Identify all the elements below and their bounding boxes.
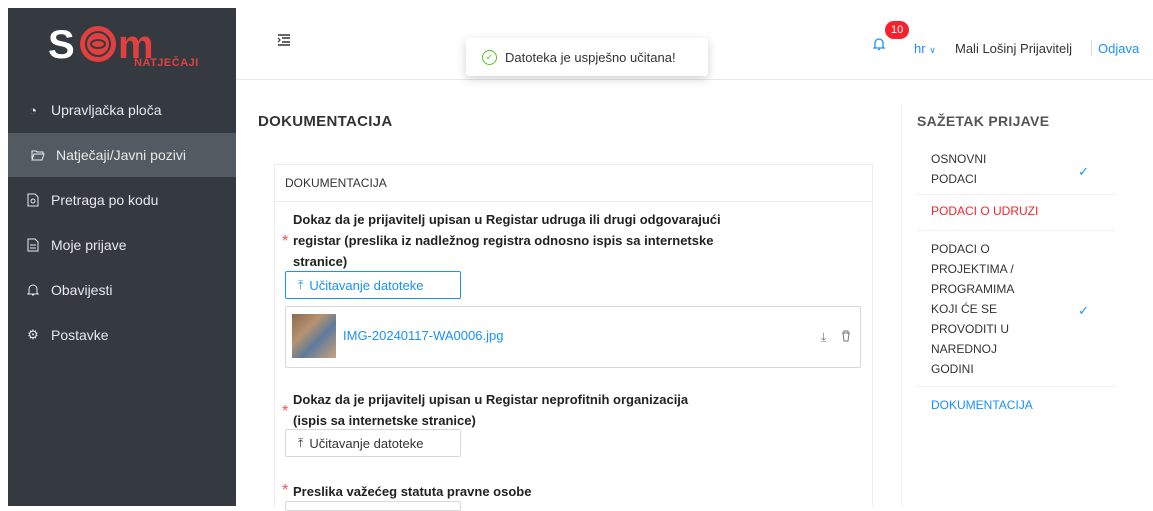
check-icon: ✓ <box>1078 303 1089 318</box>
sidebar-item-dashboard[interactable]: ◔ Upravljačka ploča <box>8 88 236 132</box>
label-line: stranice) <box>293 254 348 269</box>
file-thumbnail[interactable] <box>292 314 336 358</box>
language-value: hr <box>914 41 926 56</box>
field-label-statut: Preslika važećeg statuta pravne osobe <box>293 481 531 502</box>
svg-text:S: S <box>48 23 75 67</box>
logout-link[interactable]: Odjava <box>1098 41 1139 56</box>
sidebar: S m NATJEČAJI ◔ Upravljačka ploča Natječ… <box>8 8 236 506</box>
label-line: Dokaz da je prijavitelj upisan u Regista… <box>293 392 689 407</box>
application-summary-panel: SAŽETAK PRIJAVE OSNOVNI PODACI ✓ PODACI … <box>901 103 1115 506</box>
upload-button[interactable] <box>285 501 461 511</box>
sidebar-item-label: Postavke <box>51 327 109 343</box>
user-name: Mali Lošinj Prijavitelj <box>955 41 1073 56</box>
file-search-icon <box>25 192 41 208</box>
upload-icon: ⤒ <box>298 277 304 292</box>
field-label-registar-neprofitnih: Dokaz da je prijavitelj upisan u Regista… <box>293 389 688 431</box>
label-line: PROGRAMIMA <box>931 282 1015 296</box>
summary-item-osnovni-podaci[interactable]: OSNOVNI PODACI ✓ <box>917 149 1115 195</box>
bell-icon <box>25 282 41 298</box>
check-circle-icon: ✓ <box>482 49 497 65</box>
summary-item-dokumentacija[interactable]: DOKUMENTACIJA <box>917 395 1115 419</box>
required-marker: * <box>282 482 289 499</box>
file-text-icon <box>25 237 41 253</box>
label-line: Preslika važećeg statuta pravne osobe <box>293 484 532 499</box>
summary-item-label: DOKUMENTACIJA <box>931 398 1033 412</box>
folder-open-icon <box>30 147 46 163</box>
card-title: DOKUMENTACIJA <box>275 165 872 202</box>
success-toast: ✓ Datoteka je uspješno učitana! <box>466 38 708 76</box>
required-marker: * <box>282 233 289 250</box>
label-line: PODACI <box>931 172 978 186</box>
label-line: Dokaz da je prijavitelj upisan u Regista… <box>293 212 721 227</box>
label-line: registar (preslika iz nadležnog registra… <box>293 233 714 248</box>
upload-button[interactable]: ⤒ Učitavanje datoteke <box>285 271 461 299</box>
toast-message: Datoteka je uspješno učitana! <box>505 49 676 65</box>
notification-bell-icon[interactable] <box>872 37 886 55</box>
sidebar-item-label: Upravljačka ploča <box>51 102 162 118</box>
logo-subtitle: NATJEČAJI <box>134 57 199 69</box>
required-marker: * <box>282 403 289 420</box>
sidebar-item-moje-prijave[interactable]: Moje prijave <box>8 223 236 267</box>
chevron-down-icon: ∨ <box>929 45 936 55</box>
upload-button-label: Učitavanje datoteke <box>309 435 424 451</box>
summary-item-label: PODACI O PROJEKTIMA / PROGRAMIMA KOJI ĆE… <box>931 239 1026 379</box>
summary-title: SAŽETAK PRIJAVE <box>917 113 1050 129</box>
file-name-link[interactable]: IMG-20240117-WA0006.jpg <box>343 328 503 343</box>
label-line: PODACI O <box>931 242 990 256</box>
summary-item-podaci-o-projektima[interactable]: PODACI O PROJEKTIMA / PROGRAMIMA KOJI ĆE… <box>917 239 1115 387</box>
label-line: GODINI <box>931 362 974 376</box>
menu-collapse-icon[interactable] <box>277 33 291 51</box>
sidebar-menu: ◔ Upravljačka ploča Natječaji/Javni pozi… <box>8 88 236 358</box>
summary-item-podaci-o-udruzi[interactable]: PODACI O UDRUZI <box>917 201 1115 231</box>
gear-icon: ⚙ <box>27 327 39 342</box>
logo[interactable]: S m NATJEČAJI <box>8 8 236 87</box>
sidebar-item-natjecaji[interactable]: Natječaji/Javni pozivi <box>8 133 236 177</box>
dashboard-icon: ◔ <box>29 102 37 118</box>
sidebar-item-label: Obavijesti <box>51 282 113 298</box>
sidebar-item-pretraga[interactable]: Pretraga po kodu <box>8 178 236 222</box>
label-line: PROVODITI U <box>931 322 1010 336</box>
sidebar-item-postavke[interactable]: ⚙ Postavke <box>8 313 236 357</box>
language-select[interactable]: hr ∨ <box>914 41 936 56</box>
download-icon[interactable]: ⤓ <box>821 330 826 345</box>
upload-icon: ⤒ <box>298 435 304 450</box>
label-line: PROJEKTIMA / <box>931 262 1014 276</box>
check-icon: ✓ <box>1078 164 1089 179</box>
sidebar-item-label: Natječaji/Javni pozivi <box>56 147 186 163</box>
upload-button-label: Učitavanje datoteke <box>309 277 424 293</box>
upload-button[interactable]: ⤒ Učitavanje datoteke <box>285 429 461 457</box>
sidebar-item-label: Moje prijave <box>51 237 127 253</box>
label-line: NAREDNOJ <box>931 342 998 356</box>
summary-item-label: OSNOVNI PODACI <box>931 149 1026 189</box>
delete-icon[interactable] <box>841 330 851 345</box>
label-line: OSNOVNI <box>931 152 987 166</box>
label-line: KOJI ĆE SE <box>931 302 998 316</box>
summary-item-label: PODACI O UDRUZI <box>931 204 1039 218</box>
uploaded-file-item: IMG-20240117-WA0006.jpg ⤓ <box>285 306 861 368</box>
divider <box>1091 40 1092 56</box>
sidebar-item-label: Pretraga po kodu <box>51 192 159 208</box>
sidebar-item-obavijesti[interactable]: Obavijesti <box>8 268 236 312</box>
field-label-registar-udruga: Dokaz da je prijavitelj upisan u Regista… <box>293 209 721 272</box>
notification-count-badge: 10 <box>885 21 910 39</box>
page-title: DOKUMENTACIJA <box>258 113 393 130</box>
label-line: (ispis sa internetske stranice) <box>293 413 476 428</box>
